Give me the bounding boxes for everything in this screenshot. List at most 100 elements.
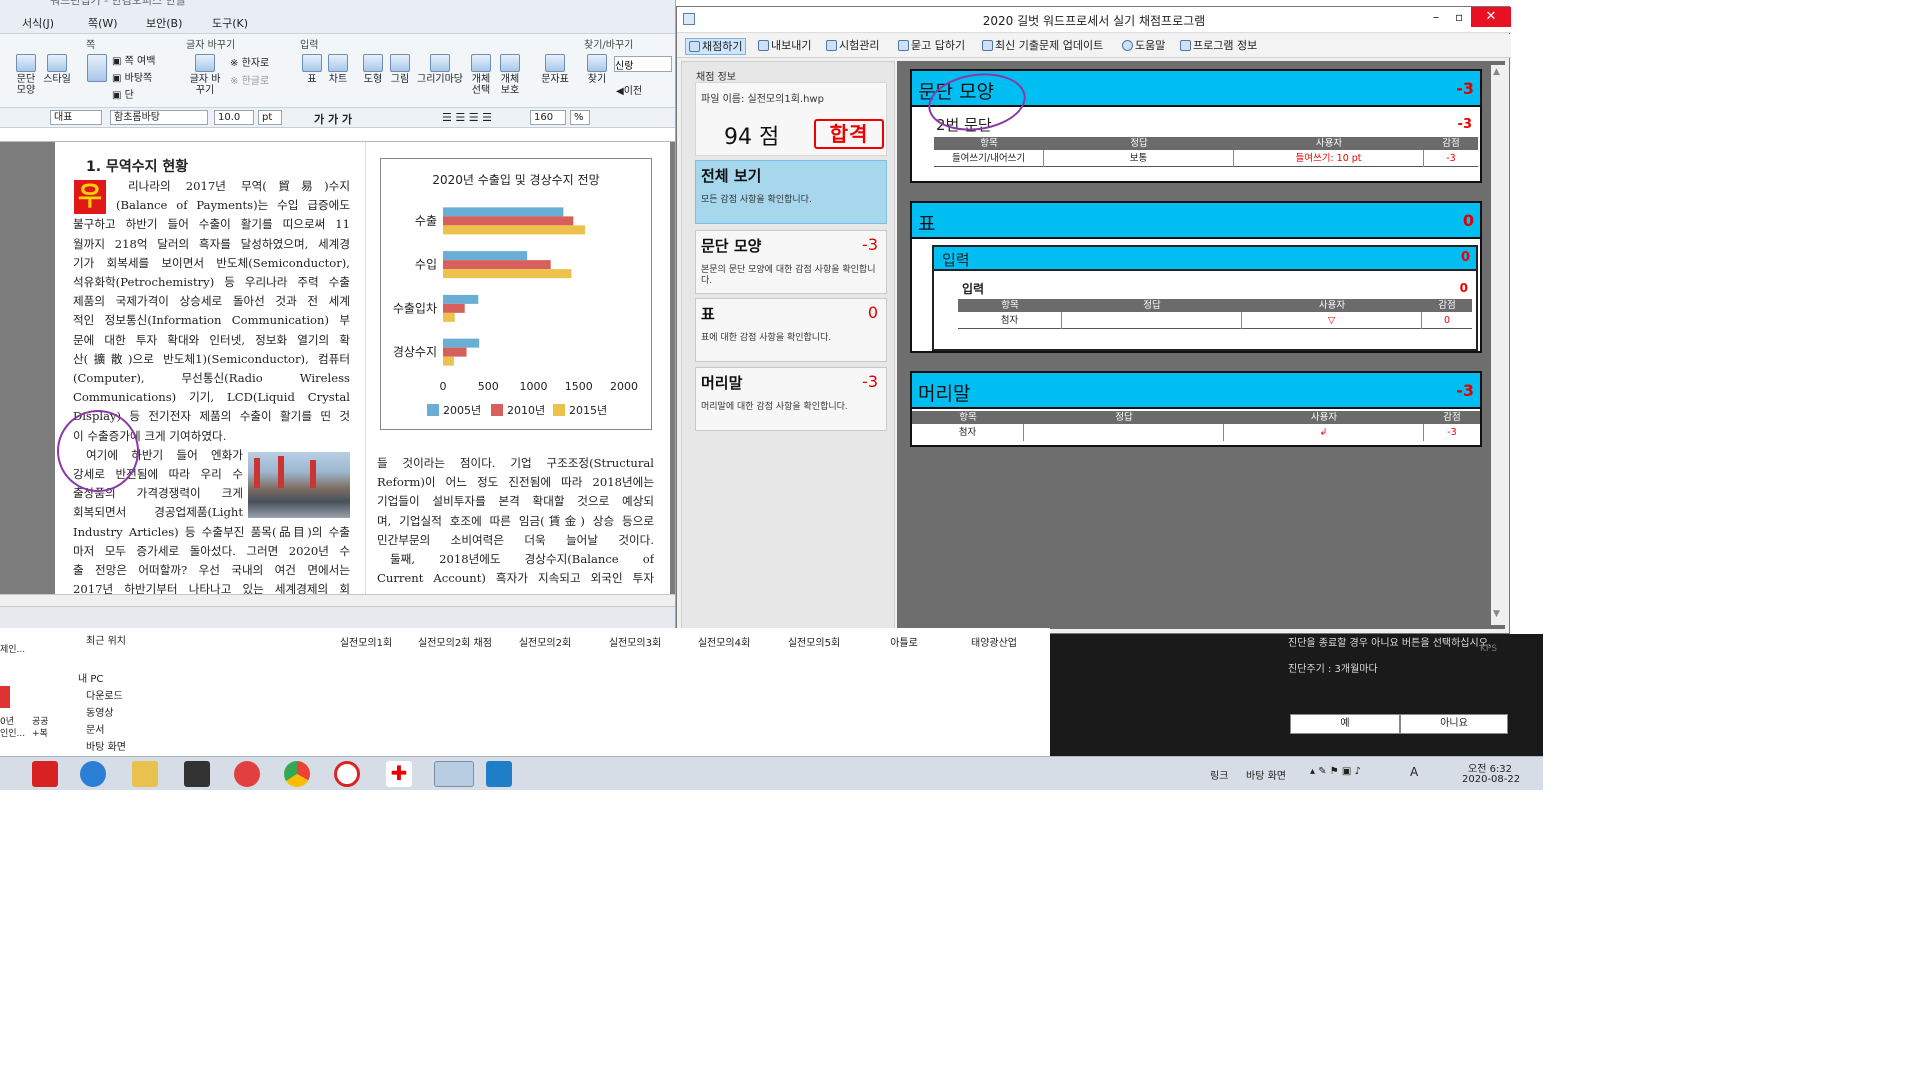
card-header[interactable]: 머리말 -3 머리말에 대한 감점 사항을 확인합니다. [695, 367, 887, 431]
pencil-icon [689, 41, 700, 52]
search-icon[interactable] [434, 761, 474, 787]
char-replace-button[interactable]: 글자 바꾸기 [186, 54, 224, 96]
x-tick-label: 1000 [520, 380, 548, 393]
yes-button[interactable]: 예 [1290, 714, 1400, 734]
tree-item[interactable]: 다운로드 [86, 687, 123, 702]
desktop-toolbar[interactable]: 바탕 화면 [1246, 767, 1286, 782]
object-select-button[interactable]: 개체 선택 [468, 54, 494, 96]
card-all[interactable]: 전체 보기 모든 감점 사항을 확인합니다. [695, 160, 887, 224]
paragraph-shape-button[interactable]: 문단 모양 [12, 54, 40, 96]
ruler[interactable] [0, 128, 675, 142]
scroll-down-icon[interactable]: ▼ [1493, 609, 1500, 619]
shape-icon [363, 54, 383, 72]
picture-button[interactable]: 그림 [388, 54, 412, 85]
program-info-button[interactable]: 프로그램 정보 [1177, 38, 1260, 55]
desktop-app-icon[interactable] [0, 686, 10, 708]
table-button[interactable]: 표 [300, 54, 324, 85]
tree-item[interactable]: 동영상 [86, 704, 114, 719]
menu-format[interactable]: 서식(J) [22, 15, 54, 31]
font-size-input[interactable]: 10.0 [214, 110, 254, 125]
tree-item[interactable]: 바탕 화면 [86, 738, 126, 753]
font-unit-select[interactable]: pt [258, 110, 282, 125]
card-table[interactable]: 표 0 표에 대한 감점 사항을 확인합니다. [695, 298, 887, 362]
master-page-button[interactable]: ▣ 바탕쪽 [112, 69, 152, 84]
power-icon[interactable] [334, 761, 360, 787]
legend-swatch [491, 404, 503, 416]
menu-security[interactable]: 보안(B) [146, 15, 182, 31]
clock-time[interactable]: 오전 6:32 [1468, 760, 1512, 775]
maximize-button[interactable]: ▫ [1455, 10, 1463, 24]
zoom-input[interactable]: 160 [530, 110, 566, 125]
bar [443, 294, 479, 304]
card-paragraph-title: 문단 모양 [701, 237, 762, 255]
page-icon-button[interactable] [86, 54, 108, 84]
detail-scrollbar[interactable]: ▲ ▼ [1491, 65, 1505, 625]
find-input[interactable] [614, 56, 672, 72]
no-button[interactable]: 아니요 [1400, 714, 1508, 734]
file-item[interactable]: 실전모의2회 [501, 638, 589, 650]
plus-icon[interactable]: ✚ [386, 761, 412, 787]
file-item[interactable]: 실전모의1회 [322, 638, 410, 650]
chrome-icon[interactable] [284, 761, 310, 787]
menu-page[interactable]: 쪽(W) [88, 15, 118, 31]
doc-text-line: 기업들이 설비투자를 본격 확대할 것으로 예상되 [377, 494, 654, 509]
file-item[interactable]: 실전모의5회 [770, 638, 858, 650]
to-hangul-button[interactable]: ※ 한글로 [230, 72, 269, 87]
align-buttons[interactable]: ☰ ☰ ☰ ☰ [442, 111, 492, 124]
file-item[interactable]: 실전모의3회 [591, 638, 679, 650]
symbol-button[interactable]: 문자표 [538, 54, 572, 85]
help-button[interactable]: 도움말 [1119, 38, 1168, 55]
links-toolbar[interactable]: 링크 [1210, 767, 1228, 782]
app-icon[interactable] [184, 761, 210, 787]
menu-tools[interactable]: 도구(K) [212, 15, 248, 31]
card-paragraph[interactable]: 문단 모양 -3 본문의 문단 모양에 대한 감점 사항을 확인합니다. [695, 230, 887, 294]
tray-icons[interactable]: ▴ ✎ ⚑ ▣ ♪ [1310, 766, 1361, 777]
folder-icon[interactable] [132, 761, 158, 787]
x-tick-label: 1500 [565, 380, 593, 393]
clock-date[interactable]: 2020-08-22 [1462, 774, 1520, 785]
column-button[interactable]: ▣ 단 [112, 86, 134, 101]
object-protect-button[interactable]: 개체 보호 [496, 54, 524, 96]
table-row: 첨자 ▽ 0 [958, 312, 1472, 329]
zoom-unit[interactable]: % [570, 110, 590, 125]
export-button[interactable]: 내보내기 [755, 38, 814, 55]
tree-item[interactable]: 문서 [86, 721, 104, 736]
file-item[interactable]: 실전모의2회 채점 [411, 638, 499, 650]
qna-button[interactable]: 묻고 답하기 [895, 38, 968, 55]
tree-item[interactable]: 최근 위치 [86, 632, 126, 647]
bar [443, 312, 455, 322]
update-button[interactable]: 최신 기출문제 업데이트 [979, 38, 1106, 55]
section-header: 머리말 -3 항목 정답 사용자 감점 첨자 ↲ -3 [910, 371, 1482, 447]
file-item[interactable]: 태양광산업 [950, 638, 1038, 650]
drawing-button[interactable]: 그리기마당 [414, 54, 466, 85]
ime-indicator[interactable]: A [1410, 765, 1418, 779]
exam-manage-button[interactable]: 시험관리 [823, 38, 882, 55]
start-grid-icon[interactable] [32, 761, 58, 787]
chart-frame[interactable]: 2020년 수출입 및 경상수지 전망 수출 수입 수출입차 경상수지 0 500 1000 1… [380, 158, 652, 430]
score-box: 파일 이름: 실전모의1회.hwp 94 점 합격 [695, 82, 887, 156]
sync-icon[interactable] [234, 761, 260, 787]
minimize-button[interactable]: – [1433, 10, 1439, 24]
grade-button[interactable]: 채점하기 [685, 38, 747, 55]
style-icon [47, 54, 67, 72]
find-prev-button[interactable]: ◀이전 [616, 82, 642, 97]
page-margin-button[interactable]: ▣ 쪽 여백 [112, 52, 155, 67]
shape-button[interactable]: 도형 [360, 54, 386, 85]
file-item[interactable]: 실전모의4회 [680, 638, 768, 650]
file-item[interactable]: 아틀로 [860, 638, 948, 650]
close-button[interactable]: ✕ [1471, 7, 1511, 27]
card-header-desc: 머리말에 대한 감점 사항을 확인합니다. [701, 402, 848, 412]
font-select[interactable]: 함초롬바탕 [110, 110, 208, 125]
bold-button[interactable]: 가 가 가 [314, 111, 352, 127]
to-hanja-button[interactable]: ※ 한자로 [230, 54, 269, 69]
grader-task-icon[interactable] [486, 761, 512, 787]
chart-button[interactable]: 차트 [326, 54, 350, 85]
style-button[interactable]: 스타일 [42, 54, 72, 85]
ie-icon[interactable] [80, 761, 106, 787]
tree-item[interactable]: 내 PC [78, 670, 103, 685]
find-button[interactable]: 찾기 [584, 54, 610, 85]
header-table-header: 항목 정답 사용자 감점 [912, 411, 1480, 424]
style-select[interactable]: 대표 [50, 110, 102, 125]
scroll-up-icon[interactable]: ▲ [1493, 67, 1500, 77]
horizontal-scrollbar[interactable] [0, 595, 675, 607]
